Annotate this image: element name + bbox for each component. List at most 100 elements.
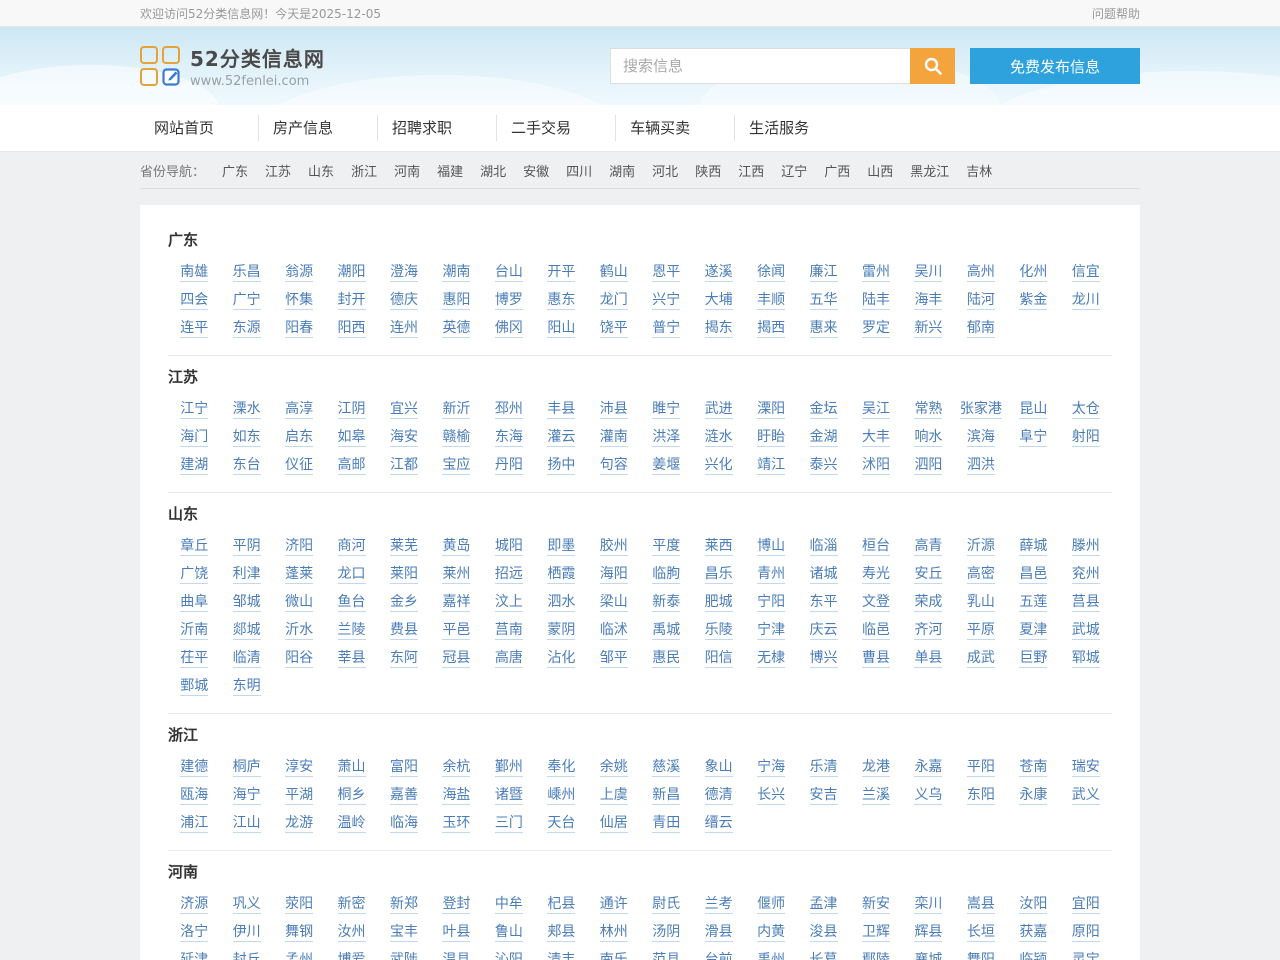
- city-link[interactable]: 温县: [442, 952, 470, 960]
- city-link[interactable]: 汤阴: [652, 924, 680, 942]
- city-link[interactable]: 中牟: [495, 896, 523, 914]
- city-link[interactable]: 平邑: [442, 622, 470, 640]
- city-link[interactable]: 庆云: [810, 622, 838, 640]
- city-link[interactable]: 余杭: [442, 759, 470, 777]
- city-link[interactable]: 潮南: [442, 264, 470, 282]
- city-link[interactable]: 惠东: [547, 292, 575, 310]
- city-link[interactable]: 鄢陵: [862, 952, 890, 960]
- city-link[interactable]: 洛宁: [180, 924, 208, 942]
- city-link[interactable]: 赣榆: [442, 429, 470, 447]
- city-link[interactable]: 微山: [285, 594, 313, 612]
- city-link[interactable]: 陆丰: [862, 292, 890, 310]
- city-link[interactable]: 莒县: [1072, 594, 1100, 612]
- city-link[interactable]: 英德: [442, 320, 470, 338]
- city-link[interactable]: 涟水: [705, 429, 733, 447]
- city-link[interactable]: 阳西: [338, 320, 366, 338]
- city-link[interactable]: 济阳: [285, 538, 313, 556]
- city-link[interactable]: 郓城: [1072, 650, 1100, 668]
- city-link[interactable]: 章丘: [180, 538, 208, 556]
- city-link[interactable]: 无棣: [757, 650, 785, 668]
- city-link[interactable]: 东阿: [390, 650, 418, 668]
- city-link[interactable]: 平阴: [233, 538, 261, 556]
- city-link[interactable]: 博兴: [810, 650, 838, 668]
- city-link[interactable]: 招远: [495, 566, 523, 584]
- city-link[interactable]: 高州: [967, 264, 995, 282]
- city-link[interactable]: 淳安: [285, 759, 313, 777]
- city-link[interactable]: 沾化: [547, 650, 575, 668]
- city-link[interactable]: 平度: [652, 538, 680, 556]
- city-link[interactable]: 新安: [862, 896, 890, 914]
- city-link[interactable]: 阳山: [547, 320, 575, 338]
- city-link[interactable]: 姜堰: [652, 457, 680, 475]
- city-link[interactable]: 封开: [338, 292, 366, 310]
- city-link[interactable]: 高密: [967, 566, 995, 584]
- city-link[interactable]: 灵宝: [1072, 952, 1100, 960]
- city-link[interactable]: 博爱: [338, 952, 366, 960]
- city-link[interactable]: 莒南: [495, 622, 523, 640]
- city-link[interactable]: 高唐: [495, 650, 523, 668]
- city-link[interactable]: 成武: [967, 650, 995, 668]
- city-link[interactable]: 大丰: [862, 429, 890, 447]
- city-link[interactable]: 荥阳: [285, 896, 313, 914]
- city-link[interactable]: 桓台: [862, 538, 890, 556]
- city-link[interactable]: 武陟: [390, 952, 418, 960]
- city-link[interactable]: 武城: [1072, 622, 1100, 640]
- nav-item-5[interactable]: 生活服务: [735, 115, 853, 141]
- city-link[interactable]: 宜阳: [1072, 896, 1100, 914]
- city-link[interactable]: 广宁: [233, 292, 261, 310]
- province-link-10[interactable]: 河北: [652, 161, 678, 180]
- city-link[interactable]: 饶平: [600, 320, 628, 338]
- city-link[interactable]: 长葛: [810, 952, 838, 960]
- city-link[interactable]: 兰陵: [338, 622, 366, 640]
- city-link[interactable]: 新密: [338, 896, 366, 914]
- city-link[interactable]: 宁津: [757, 622, 785, 640]
- city-link[interactable]: 栾川: [914, 896, 942, 914]
- city-link[interactable]: 江山: [233, 815, 261, 833]
- city-link[interactable]: 金乡: [390, 594, 418, 612]
- city-link[interactable]: 桐庐: [233, 759, 261, 777]
- city-link[interactable]: 长垣: [967, 924, 995, 942]
- city-link[interactable]: 缙云: [705, 815, 733, 833]
- city-link[interactable]: 怀集: [285, 292, 313, 310]
- city-link[interactable]: 广饶: [180, 566, 208, 584]
- city-link[interactable]: 齐河: [914, 622, 942, 640]
- city-link[interactable]: 浦江: [180, 815, 208, 833]
- city-link[interactable]: 罗定: [862, 320, 890, 338]
- nav-item-4[interactable]: 车辆买卖: [616, 115, 735, 141]
- city-link[interactable]: 汝州: [338, 924, 366, 942]
- city-link[interactable]: 东平: [810, 594, 838, 612]
- city-link[interactable]: 孟州: [285, 952, 313, 960]
- city-link[interactable]: 东台: [233, 457, 261, 475]
- city-link[interactable]: 五莲: [1019, 594, 1047, 612]
- city-link[interactable]: 启东: [285, 429, 313, 447]
- city-link[interactable]: 登封: [442, 896, 470, 914]
- city-link[interactable]: 通许: [600, 896, 628, 914]
- city-link[interactable]: 栖霞: [547, 566, 575, 584]
- city-link[interactable]: 曹县: [862, 650, 890, 668]
- city-link[interactable]: 佛冈: [495, 320, 523, 338]
- city-link[interactable]: 宝应: [442, 457, 470, 475]
- city-link[interactable]: 青田: [652, 815, 680, 833]
- city-link[interactable]: 南雄: [180, 264, 208, 282]
- city-link[interactable]: 鱼台: [338, 594, 366, 612]
- city-link[interactable]: 荣成: [914, 594, 942, 612]
- city-link[interactable]: 金湖: [810, 429, 838, 447]
- city-link[interactable]: 台前: [705, 952, 733, 960]
- city-link[interactable]: 平原: [967, 622, 995, 640]
- city-link[interactable]: 阳谷: [285, 650, 313, 668]
- city-link[interactable]: 沛县: [600, 401, 628, 419]
- city-link[interactable]: 鹤山: [600, 264, 628, 282]
- city-link[interactable]: 汝阳: [1019, 896, 1047, 914]
- city-link[interactable]: 化州: [1019, 264, 1047, 282]
- city-link[interactable]: 永嘉: [914, 759, 942, 777]
- city-link[interactable]: 沭阳: [862, 457, 890, 475]
- province-link-5[interactable]: 福建: [437, 161, 463, 180]
- city-link[interactable]: 辉县: [914, 924, 942, 942]
- city-link[interactable]: 温岭: [338, 815, 366, 833]
- city-link[interactable]: 靖江: [757, 457, 785, 475]
- city-link[interactable]: 平阳: [967, 759, 995, 777]
- city-link[interactable]: 获嘉: [1019, 924, 1047, 942]
- city-link[interactable]: 徐闻: [757, 264, 785, 282]
- province-link-4[interactable]: 河南: [394, 161, 420, 180]
- city-link[interactable]: 连州: [390, 320, 418, 338]
